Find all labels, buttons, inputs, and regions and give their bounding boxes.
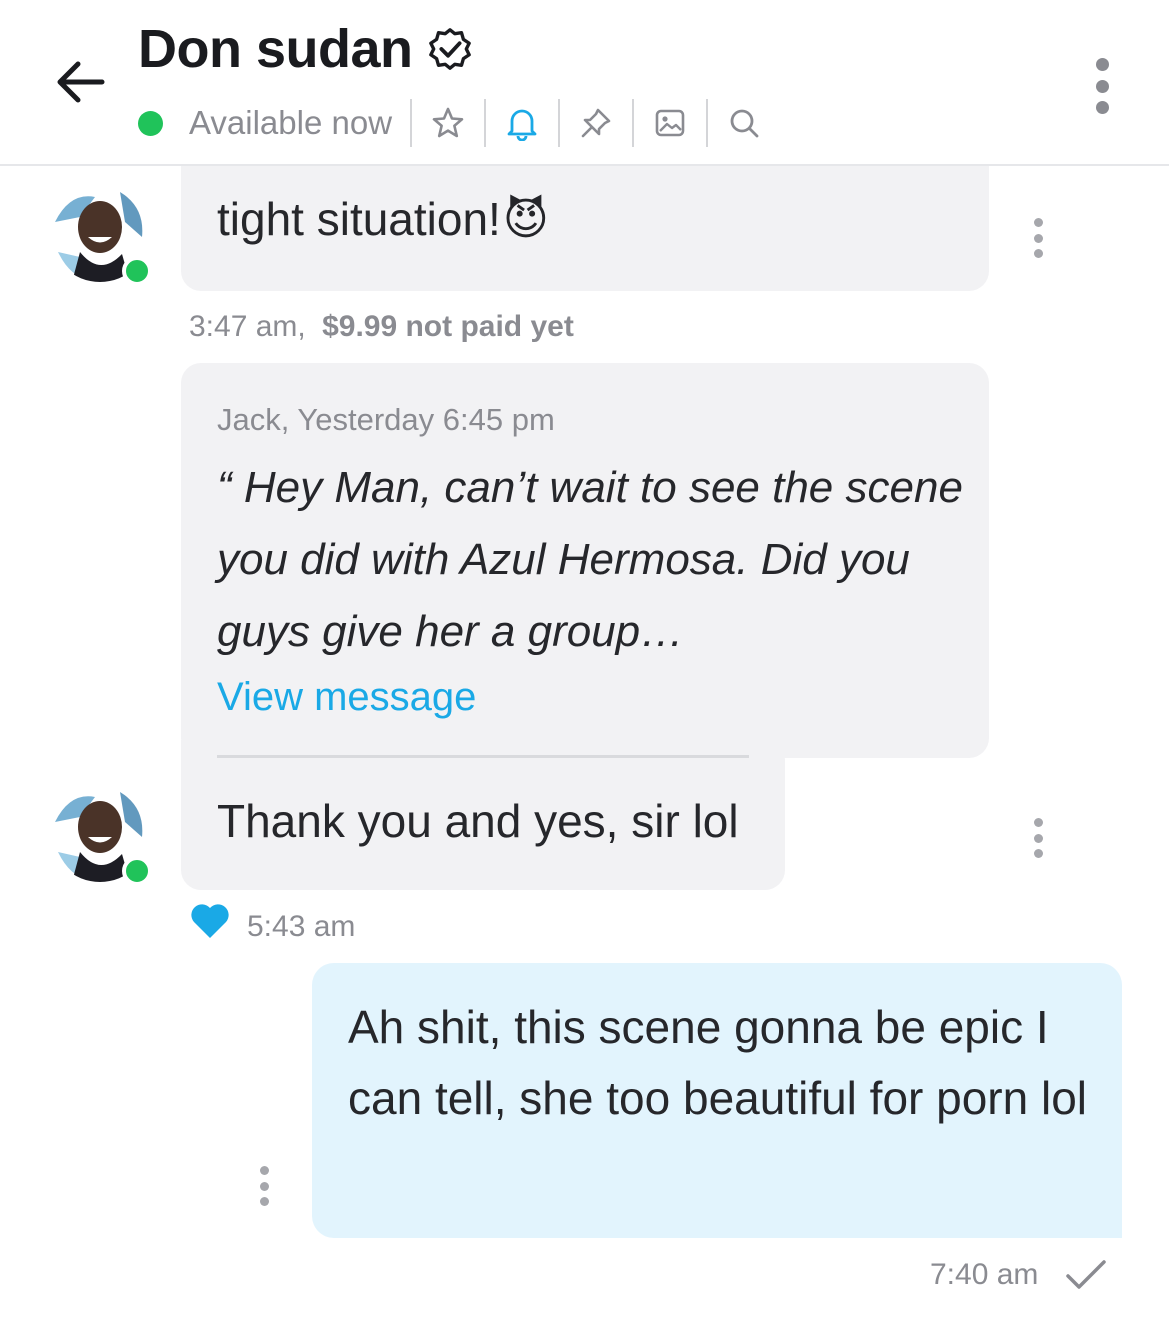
- verified-icon: [428, 28, 471, 70]
- chat-header: Don sudan Available now: [0, 0, 1169, 166]
- back-arrow-icon[interactable]: [50, 52, 110, 112]
- view-message-link[interactable]: View message: [217, 675, 476, 720]
- message-text-row: tight situation! 😈: [217, 192, 549, 246]
- message-time: 5:43 am: [247, 910, 356, 943]
- online-indicator: [122, 256, 152, 286]
- contact-name[interactable]: Don sudan: [138, 18, 413, 80]
- divider: [217, 755, 749, 758]
- online-indicator: [138, 110, 163, 136]
- message-menu-icon[interactable]: [254, 1166, 274, 1206]
- avatar[interactable]: [50, 782, 158, 890]
- message-text: Thank you and yes, sir lol: [217, 795, 739, 847]
- message-menu-icon[interactable]: [1028, 818, 1048, 858]
- status-toolbar: Available now: [138, 96, 780, 150]
- heart-icon[interactable]: [190, 902, 230, 945]
- avatar[interactable]: [50, 182, 158, 290]
- message-text: Ah shit, this scene gonna be epic I can …: [348, 1001, 1088, 1124]
- online-indicator: [122, 856, 152, 886]
- message-time: 7:40 am: [930, 1258, 1039, 1291]
- message-menu-icon[interactable]: [1028, 218, 1048, 258]
- more-icon[interactable]: [1087, 58, 1117, 114]
- availability-status: Available now: [189, 104, 393, 141]
- quoted-message: “ Hey Man, can’t wait to see the scene y…: [217, 463, 963, 656]
- search-icon[interactable]: [708, 96, 780, 150]
- message-text: tight situation!: [217, 193, 501, 245]
- sent-check-icon: [1064, 1258, 1108, 1297]
- title-row: Don sudan: [138, 18, 473, 80]
- message-meta: 3:47 am, $9.99 not paid yet: [189, 310, 574, 344]
- bell-icon[interactable]: [486, 96, 558, 150]
- message-time: 3:47 am,: [189, 310, 306, 343]
- pin-icon[interactable]: [560, 96, 632, 150]
- star-icon[interactable]: [412, 96, 484, 150]
- quote-author: Jack, Yesterday 6:45 pm: [217, 402, 555, 437]
- price-status: $9.99 not paid yet: [322, 310, 574, 343]
- devil-emoji: 😈: [502, 194, 549, 244]
- image-icon[interactable]: [634, 96, 706, 150]
